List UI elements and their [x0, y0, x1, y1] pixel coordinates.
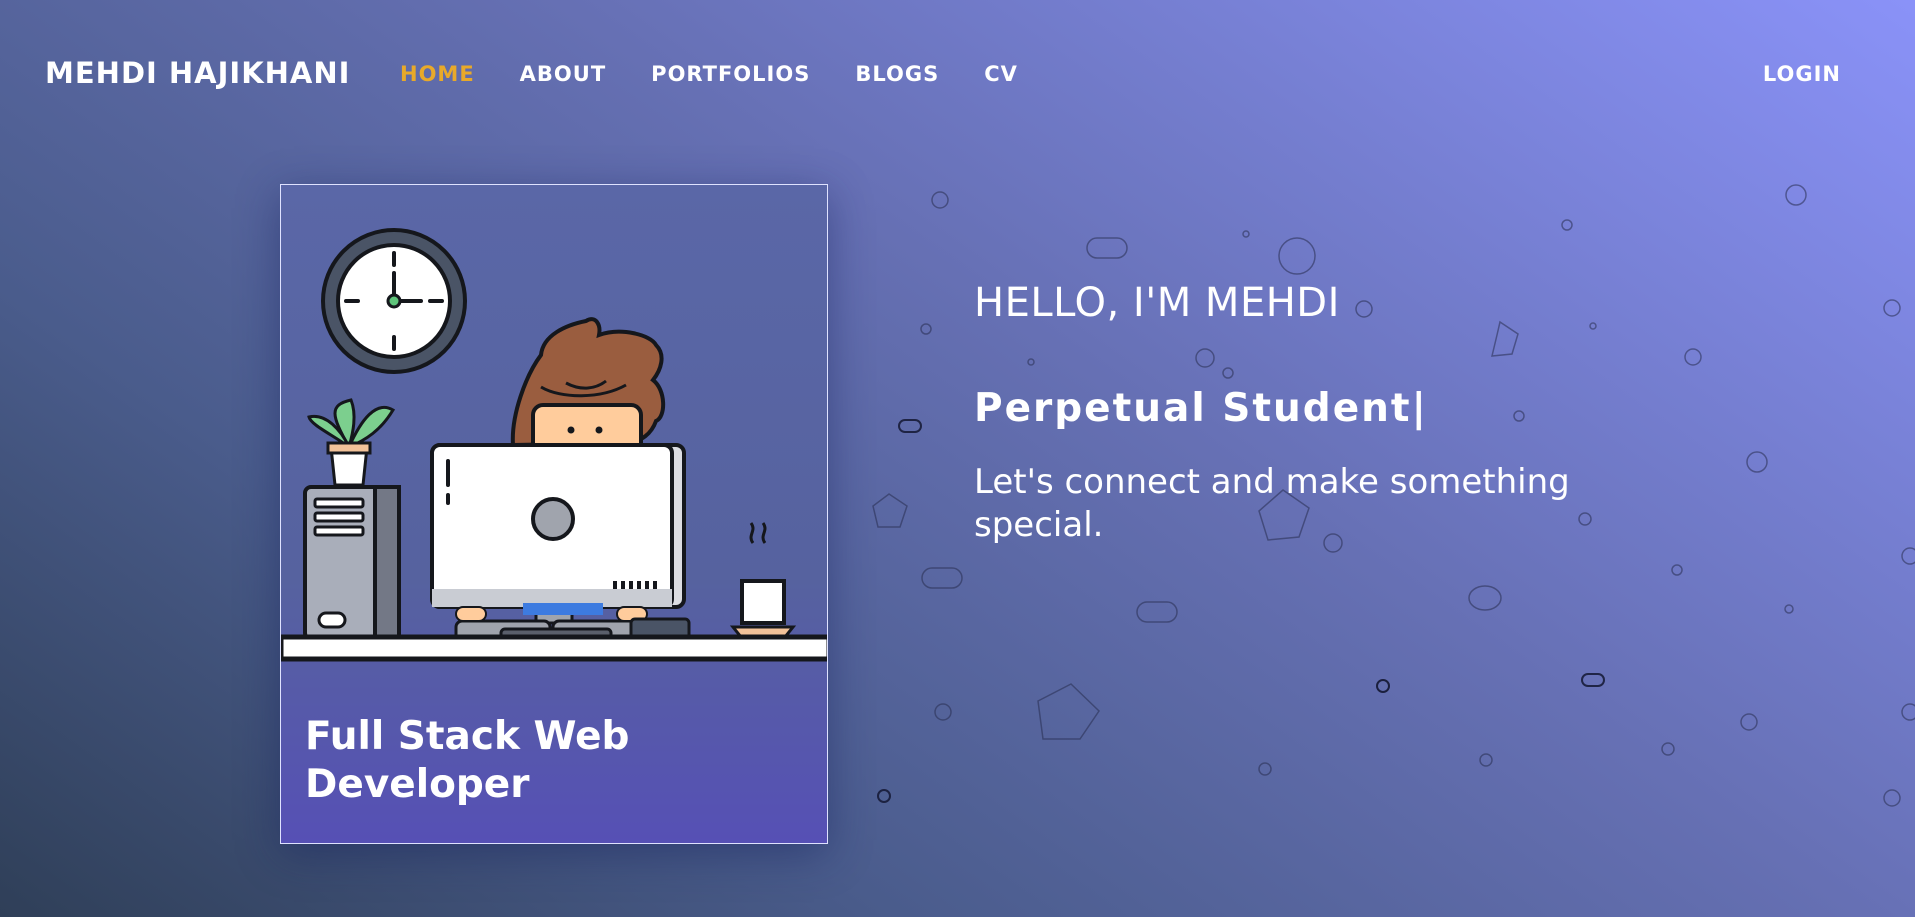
desktop-monitor-icon — [430, 443, 691, 643]
nav-item-portfolios[interactable]: PORTFOLIOS — [651, 62, 810, 86]
nav-item-about[interactable]: ABOUT — [520, 62, 607, 86]
developer-at-desk-illustration — [281, 228, 827, 662]
nav-item-home[interactable]: HOME — [400, 62, 475, 86]
hero-section: HELLO, I'M MEHDI Perpetual Student| Let'… — [974, 280, 1674, 547]
login-link[interactable]: LOGIN — [1763, 62, 1841, 86]
top-navbar: MEHDI HAJIKHANI HOME ABOUT PORTFOLIOS BL… — [0, 0, 1915, 148]
hero-tagline: Let's connect and make something special… — [974, 462, 1570, 545]
nav-item-blogs[interactable]: BLOGS — [855, 62, 939, 86]
card-title: Full Stack Web Developer — [305, 714, 630, 807]
nav-links: HOME ABOUT PORTFOLIOS BLOGS CV — [400, 62, 1018, 86]
hero-greeting: HELLO, I'M MEHDI — [974, 280, 1340, 326]
brand-logo-text[interactable]: MEHDI HAJIKHANI — [45, 56, 350, 90]
wall-clock-icon — [321, 228, 467, 374]
profile-card: Full Stack Web Developer — [280, 184, 828, 844]
coffee-cup-icon — [729, 522, 797, 639]
nav-item-cv[interactable]: CV — [984, 62, 1018, 86]
pc-tower-icon — [303, 485, 401, 641]
typing-role-text: Perpetual Student| — [974, 386, 1428, 431]
potted-plant-icon — [307, 398, 396, 487]
